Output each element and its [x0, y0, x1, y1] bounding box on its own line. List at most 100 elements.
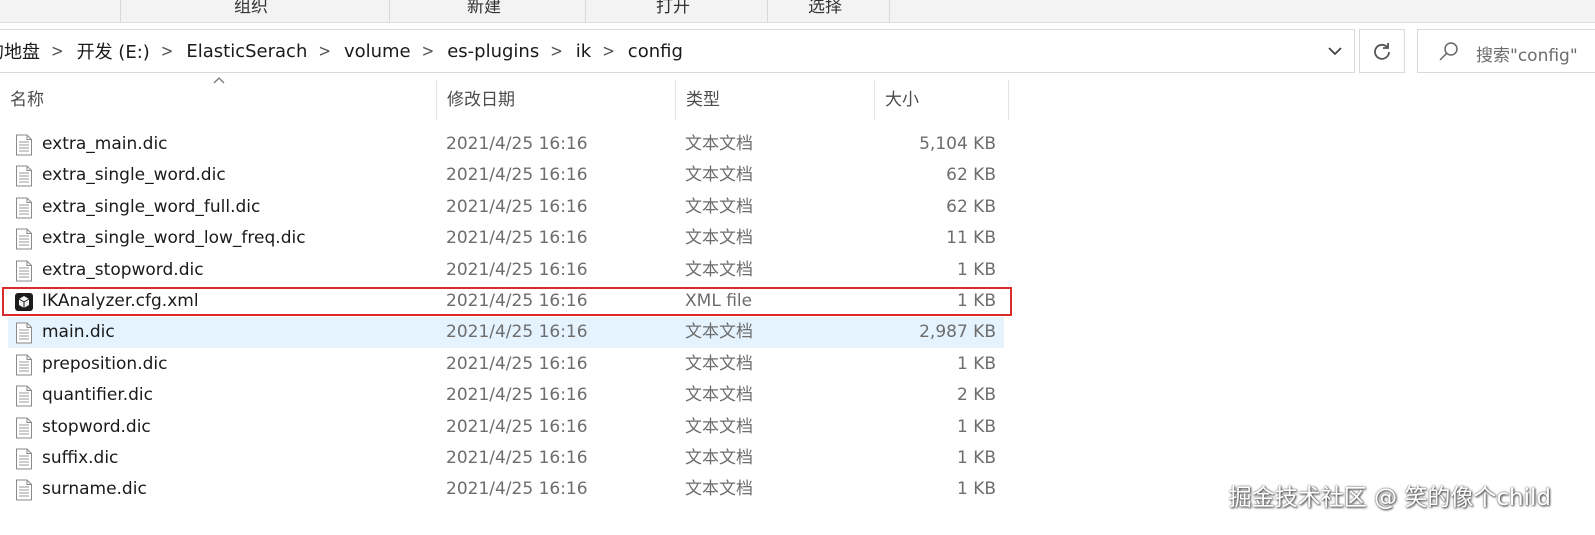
file-row[interactable]: surname.dic 2021/4/25 16:16 文本文档 1 KB	[8, 474, 1004, 505]
file-row[interactable]: extra_single_word_full.dic 2021/4/25 16:1…	[8, 192, 1004, 223]
file-type: 文本文档	[685, 196, 753, 217]
breadcrumb-this-pc[interactable]: 的地盘	[0, 38, 40, 64]
column-header-type[interactable]: 类型	[676, 80, 874, 120]
breadcrumb-ik[interactable]: ik	[576, 41, 591, 62]
file-type: 文本文档	[685, 165, 753, 186]
file-size: 1 KB	[956, 291, 996, 311]
search-box[interactable]: 搜索"config"	[1417, 29, 1595, 73]
file-name: surname.dic	[42, 479, 147, 500]
file-row[interactable]: main.dic 2021/4/25 16:16 文本文档 2,987 KB	[8, 317, 1004, 349]
file-type: 文本文档	[685, 416, 753, 437]
refresh-icon	[1374, 43, 1390, 60]
text-file-icon	[16, 479, 32, 501]
ribbon-group-new: 新建	[467, 0, 501, 17]
file-type: 文本文档	[685, 479, 753, 500]
file-modified-date: 2021/4/25 16:16	[446, 416, 588, 437]
xml-file-icon	[15, 293, 33, 311]
file-size: 1 KB	[956, 448, 996, 468]
text-file-icon	[16, 260, 32, 282]
breadcrumb-volume[interactable]: volume	[344, 41, 411, 62]
text-file-icon	[16, 197, 32, 219]
breadcrumb-elasticserach[interactable]: ElasticSerach	[186, 41, 307, 62]
file-row[interactable]: preposition.dic 2021/4/25 16:16 文本文档 1 KB	[8, 349, 1004, 380]
column-header-date[interactable]: 修改日期	[437, 80, 675, 120]
file-name: extra_single_word_full.dic	[42, 196, 261, 217]
file-row[interactable]: IKAnalyzer.cfg.xml 2021/4/25 16:16 XML fil…	[8, 286, 1004, 317]
file-modified-date: 2021/4/25 16:16	[446, 228, 588, 249]
text-file-icon	[16, 417, 32, 439]
file-size: 11 KB	[946, 228, 996, 249]
file-name: IKAnalyzer.cfg.xml	[42, 291, 199, 311]
file-name: extra_main.dic	[42, 134, 168, 154]
file-row[interactable]: suffix.dic 2021/4/25 16:16 文本文档 1 KB	[8, 443, 1004, 474]
chevron-right-icon[interactable]: >	[318, 41, 331, 61]
text-file-icon	[16, 322, 32, 344]
file-size: 2 KB	[956, 385, 996, 406]
file-type: 文本文档	[685, 385, 753, 406]
file-size: 1 KB	[956, 259, 996, 280]
breadcrumb-es-plugins[interactable]: es-plugins	[447, 41, 539, 62]
file-type: 文本文档	[685, 228, 753, 249]
file-name: quantifier.dic	[42, 385, 154, 406]
file-modified-date: 2021/4/25 16:16	[446, 322, 588, 343]
column-header-size[interactable]: 大小	[875, 80, 1008, 120]
ribbon-group-open: 打开	[656, 0, 690, 17]
file-row[interactable]: extra_single_word_low_freq.dic 2021/4/25 …	[8, 223, 1004, 254]
file-size: 1 KB	[956, 353, 996, 374]
text-file-icon	[16, 354, 32, 376]
file-modified-date: 2021/4/25 16:16	[446, 448, 588, 468]
file-row[interactable]: quantifier.dic 2021/4/25 16:16 文本文档 2 KB	[8, 380, 1004, 411]
file-size: 2,987 KB	[919, 322, 996, 343]
text-file-icon	[16, 385, 32, 407]
file-type: 文本文档	[685, 259, 753, 280]
chevron-right-icon[interactable]: >	[161, 41, 174, 61]
file-size: 62 KB	[946, 165, 996, 186]
file-type: 文本文档	[685, 134, 753, 154]
file-type: 文本文档	[685, 353, 753, 374]
file-size: 5,104 KB	[919, 134, 996, 154]
chevron-right-icon[interactable]: >	[422, 41, 435, 61]
ribbon-group-select: 选择	[808, 0, 842, 17]
file-name: suffix.dic	[42, 448, 119, 468]
file-type: 文本文档	[685, 322, 753, 343]
file-size: 1 KB	[956, 479, 996, 500]
breadcrumb-config[interactable]: config	[628, 41, 683, 62]
file-name: extra_single_word.dic	[42, 165, 226, 186]
watermark: 掘金技术社区 @ 笑的像个child	[1228, 485, 1551, 511]
breadcrumb-drive[interactable]: 开发 (E:)	[77, 38, 150, 64]
ribbon-separator	[889, 0, 890, 22]
text-file-icon	[16, 165, 32, 187]
file-name: main.dic	[42, 322, 115, 343]
file-modified-date: 2021/4/25 16:16	[446, 479, 588, 500]
file-name: preposition.dic	[42, 353, 168, 374]
ribbon-group-organize: 组织	[234, 0, 268, 17]
file-row[interactable]: stopword.dic 2021/4/25 16:16 文本文档 1 KB	[8, 412, 1004, 443]
column-divider[interactable]	[1008, 80, 1009, 120]
file-modified-date: 2021/4/25 16:16	[446, 291, 588, 311]
address-bar[interactable]: 的地盘 > 开发 (E:) > ElasticSerach > volume >…	[0, 29, 1355, 73]
ribbon-separator	[120, 0, 121, 22]
ribbon-separator	[389, 0, 390, 22]
chevron-down-icon[interactable]	[1324, 40, 1346, 62]
breadcrumb: 的地盘 > 开发 (E:) > ElasticSerach > volume >…	[0, 30, 683, 72]
chevron-right-icon[interactable]: >	[51, 41, 64, 61]
file-modified-date: 2021/4/25 16:16	[446, 353, 588, 374]
chevron-right-icon[interactable]: >	[602, 41, 615, 61]
chevron-right-icon[interactable]: >	[550, 41, 563, 61]
file-type: 文本文档	[685, 448, 753, 468]
file-size: 1 KB	[956, 416, 996, 437]
ribbon-group-labels: 组织 新建 打开 选择	[0, 0, 1595, 23]
file-modified-date: 2021/4/25 16:16	[446, 259, 588, 280]
file-name: stopword.dic	[42, 416, 151, 437]
file-name: extra_single_word_low_freq.dic	[42, 228, 306, 249]
file-modified-date: 2021/4/25 16:16	[446, 165, 588, 186]
column-header-name[interactable]: 名称	[0, 80, 436, 120]
file-row[interactable]: extra_single_word.dic 2021/4/25 16:16 文本文档…	[8, 160, 1004, 191]
file-row[interactable]: extra_main.dic 2021/4/25 16:16 文本文档 5,104 K…	[8, 129, 1004, 160]
file-type: XML file	[685, 291, 753, 311]
file-modified-date: 2021/4/25 16:16	[446, 196, 588, 217]
file-row[interactable]: extra_stopword.dic 2021/4/25 16:16 文本文档 1 K…	[8, 255, 1004, 286]
refresh-button[interactable]	[1359, 29, 1405, 73]
text-file-icon	[16, 228, 32, 250]
search-input[interactable]: 搜索"config"	[1476, 41, 1578, 66]
